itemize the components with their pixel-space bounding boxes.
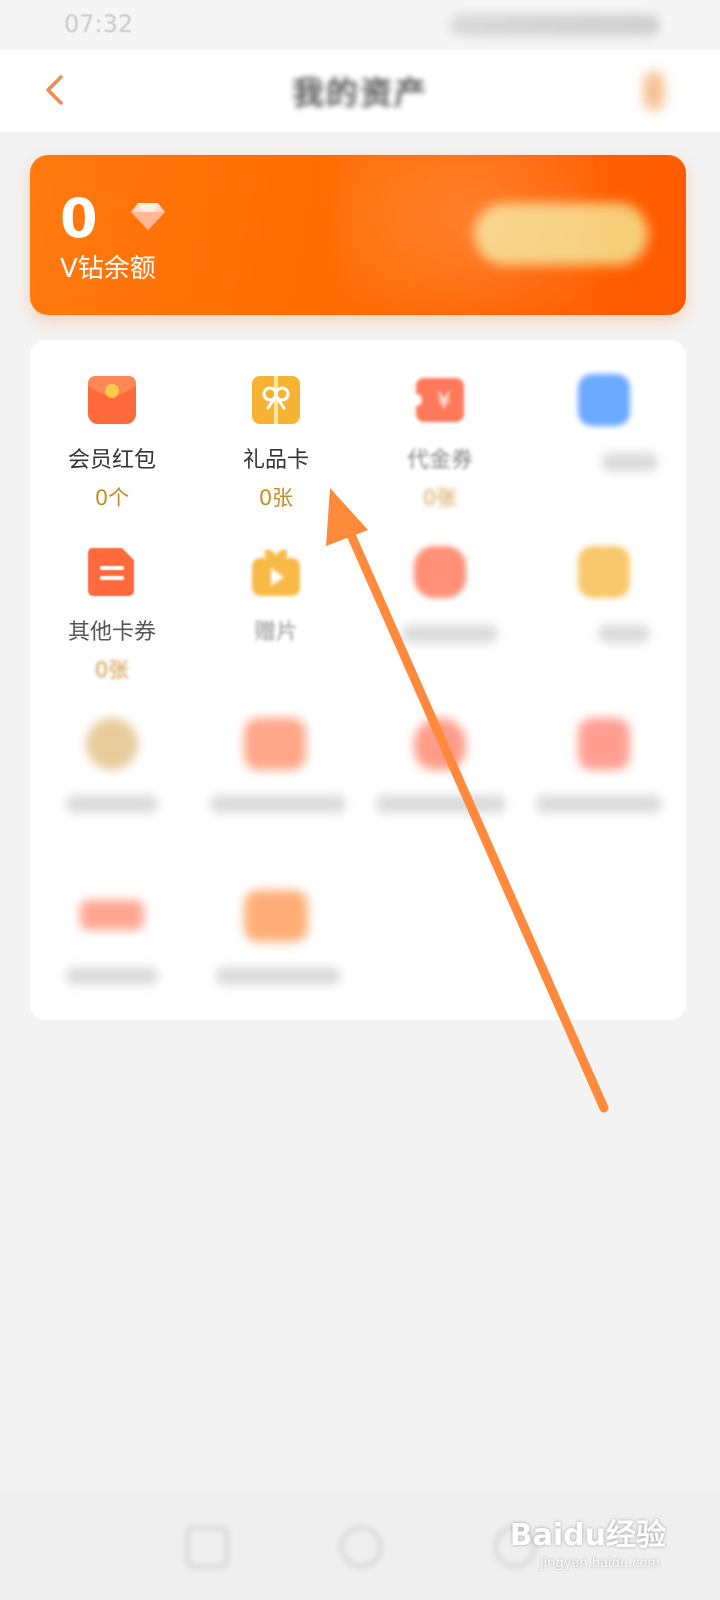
watermark-brand: Baidu经验 [509, 1518, 666, 1553]
annotation-arrow [326, 488, 609, 1113]
nav-circle-icon[interactable] [340, 1526, 382, 1568]
watermark-url: jingyan.baidu.com [540, 1556, 660, 1571]
nav-home-icon[interactable] [186, 1526, 228, 1568]
